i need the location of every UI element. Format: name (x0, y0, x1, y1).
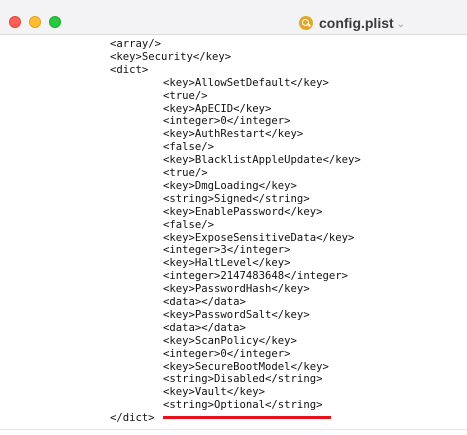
close-window-button[interactable] (9, 16, 21, 28)
code-line: <key>AllowSetDefault</key> (163, 76, 329, 89)
code-line: <integer>0</integer> (163, 115, 291, 128)
code-line: <integer>0</integer> (163, 347, 291, 360)
code-line: <string>Disabled</string> (163, 373, 323, 386)
code-line: <false/> (163, 218, 215, 231)
minimize-window-button[interactable] (29, 16, 41, 28)
code-line: <key>ApECID</key> (163, 102, 272, 115)
code-line: <data></data> (163, 321, 246, 334)
highlight-underline (163, 416, 331, 419)
text-editor-window: config.plist ⌄ <array/> <key>Security</ke… (0, 0, 467, 435)
code-line: <key>AuthRestart</key> (163, 128, 304, 141)
code-line: <key>EnablePassword</key> (163, 205, 323, 218)
code-line: <string>Signed</string> (163, 192, 310, 205)
text-editing-area[interactable]: <array/> <key>Security</key> <dict> <key>Al… (0, 35, 467, 435)
code-line: </dict> (110, 412, 155, 425)
zoom-window-button[interactable] (49, 16, 61, 28)
chevron-down-icon[interactable]: ⌄ (397, 19, 405, 30)
window-title: config.plist (319, 15, 394, 31)
code-line: <dict> (110, 63, 149, 76)
code-line: <integer>2147483648</integer> (163, 270, 348, 283)
code-line: <key>SecureBootModel</key> (163, 360, 329, 373)
code-line-highlighted: <string>Optional</string> (163, 399, 323, 412)
plist-document-icon (299, 16, 313, 30)
code-line: <false/> (163, 141, 215, 154)
code-line: <key>PasswordSalt</key> (163, 308, 310, 321)
code-line: <data></data> (163, 296, 246, 308)
code-line: <integer>3</integer> (163, 244, 291, 257)
code-line: <key>Vault</key> (163, 386, 266, 399)
code-line: <key>DmgLoading</key> (163, 179, 297, 192)
code-line: <key>Security</key> (110, 50, 232, 63)
code-line: <key>ScanPolicy</key> (163, 334, 297, 347)
code-line: <key>HaltLevel</key> (163, 257, 291, 270)
editor-bottom-divider (0, 429, 467, 430)
code-line: <true/> (163, 89, 208, 102)
code-line: <key>BlacklistAppleUpdate</key> (163, 154, 361, 167)
title-bar[interactable]: config.plist ⌄ (0, 0, 467, 35)
code-line: <array/> (110, 38, 162, 50)
code-line: <key>ExposeSensitiveData</key> (163, 231, 355, 244)
code-line: <true/> (163, 167, 208, 179)
code-line: <key>PasswordHash</key> (163, 283, 310, 296)
document-title-menu[interactable]: config.plist ⌄ (299, 13, 405, 33)
